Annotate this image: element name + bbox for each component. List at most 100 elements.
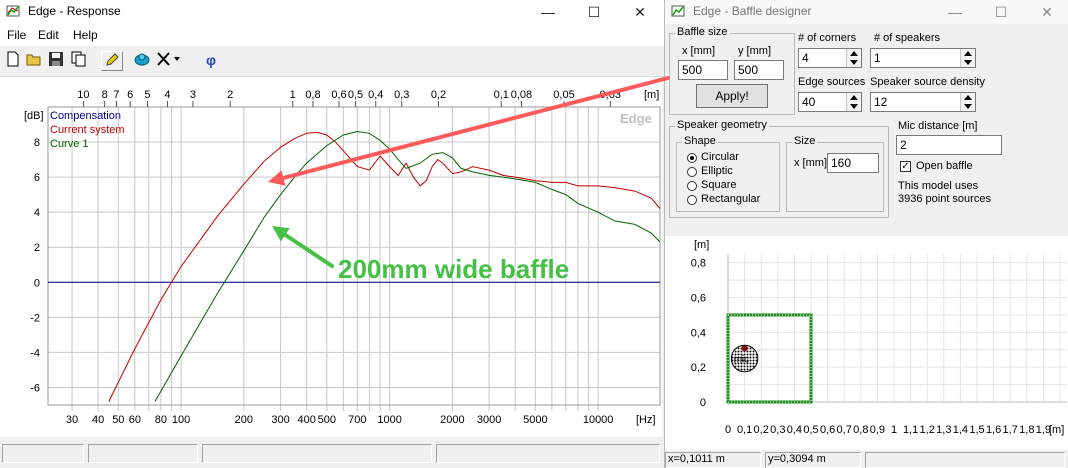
layout-y-tick: 0 [700,397,706,409]
speaker-icon [134,53,150,66]
close-button[interactable]: ✕ [617,0,663,24]
layout-x-tick: 0,5 [803,424,818,436]
edge-sources-spinner[interactable]: 40 [798,92,862,112]
top-tick-label: 0,08 [511,89,532,101]
layout-y-tick: 0,2 [691,362,706,374]
open-file-button[interactable] [25,51,43,71]
shape-group: Shape Circular Elliptic Square Rectangul… [676,135,780,212]
phase-button[interactable]: φ [203,51,219,71]
save-button[interactable] [47,51,65,71]
cursor-y-readout: y=0,3094 m [765,452,861,468]
baffle-x-label: x [mm] [682,45,715,57]
corners-label: # of corners [798,32,857,44]
x-tick-label: 3000 [477,414,501,426]
speakers-spinner[interactable]: 1 [870,48,976,68]
speakers-label: # of speakers [874,32,941,44]
status-pane-empty [865,452,1065,468]
minimize-button[interactable]: — [932,0,978,24]
minimize-button[interactable]: — [525,0,571,24]
top-tick-label: 0,5 [348,89,363,101]
layout-x-tick: 0,4 [787,424,802,436]
spin-up-icon[interactable] [964,51,972,56]
baffle-layout-plot[interactable]: 0,80,60,40,20[m]0 0,1 0,2 0,3 0,4 0,5 0,6 0,7 0,… [665,236,1068,450]
x-tick-label: 1000 [377,414,401,426]
copy-button[interactable] [70,51,88,71]
baffle-x-input[interactable]: 500 [678,60,728,80]
baffle-y-input[interactable]: 500 [734,60,784,80]
app-icon [6,5,20,17]
window-title: Edge - Baffle designer [693,4,812,18]
x-tick-label: 100 [172,414,190,426]
speaker-density-value: 12 [874,95,888,109]
spin-down-icon[interactable] [964,60,972,65]
toolbar: φ [0,46,664,77]
mic-label: mic [734,354,750,365]
response-statusbar [0,440,664,468]
layout-x-unit: [m] [1049,424,1064,436]
spin-down-icon[interactable] [850,60,858,65]
spin-down-icon[interactable] [964,104,972,109]
app-icon [671,5,685,17]
size-x-label: x [mm] [794,157,827,169]
delete-curve-button[interactable] [156,51,182,71]
speaker-marker [741,345,748,352]
speaker-density-spin-arrows[interactable] [960,93,975,111]
layout-x-tick: 0,7 [837,424,852,436]
mic-distance-label: Mic distance [m] [898,120,978,132]
baffle-statusbar: x=0,1011 m y=0,3094 m [665,450,1068,468]
top-tick-label: 10 [77,89,89,101]
speakers-value: 1 [874,51,881,65]
response-titlebar[interactable]: Edge - Response — ☐ ✕ [0,0,664,24]
spin-up-icon[interactable] [964,95,972,100]
x-tick-label: 400 [297,414,315,426]
x-tick-label: 40 [92,414,104,426]
radio-rectangular[interactable] [687,195,697,205]
layout-y-tick: 0,8 [691,258,706,270]
menu-file[interactable]: File [7,28,26,42]
open-folder-icon [26,54,41,66]
menu-edit[interactable]: Edit [38,28,59,42]
corners-value: 4 [802,51,809,65]
close-button[interactable]: ✕ [1024,0,1068,24]
top-tick-label: 1 [290,89,296,101]
edge-sources-spin-arrows[interactable] [846,93,861,111]
x-tick-label: 2000 [440,414,464,426]
delete-x-icon [157,52,180,66]
corners-spin-arrows[interactable] [846,49,861,67]
y-tick-label: 6 [34,172,40,184]
size-label: Size [792,135,818,147]
spin-down-icon[interactable] [850,104,858,109]
model-info-line1: This model uses [898,180,979,192]
spin-up-icon[interactable] [850,95,858,100]
apply-button[interactable]: Apply! [696,84,768,108]
new-file-button[interactable] [4,51,22,71]
status-pane-3 [202,444,432,463]
layout-y-unit: [m] [694,239,709,251]
open-baffle-checkbox[interactable]: ✓ [900,161,911,172]
speaker-geometry-group: Speaker geometry Shape Circular Elliptic… [669,119,889,218]
menu-help[interactable]: Help [73,28,98,42]
draw-tool-button[interactable] [101,51,123,71]
top-tick-label: 4 [164,89,170,101]
edge-sources-label: Edge sources [798,76,866,88]
maximize-button[interactable]: ☐ [978,0,1024,24]
layout-x-tick: 0,9 [870,424,885,436]
spin-up-icon[interactable] [850,51,858,56]
radio-elliptic[interactable] [687,167,697,177]
speaker-tool-button[interactable] [133,51,151,71]
radio-square[interactable] [687,181,697,191]
layout-x-tick: 0,8 [853,424,868,436]
mic-distance-input[interactable]: 2 [896,135,1002,155]
radio-circular[interactable] [687,153,697,163]
baffle-titlebar[interactable]: Edge - Baffle designer — ☐ ✕ [665,0,1068,24]
top-tick-label: 3 [190,89,196,101]
speaker-density-spinner[interactable]: 12 [870,92,976,112]
top-tick-label: 8 [102,89,108,101]
speaker-size-input[interactable]: 160 [827,153,879,173]
speakers-spin-arrows[interactable] [960,49,975,67]
baffle-y-label: y [mm] [738,45,771,57]
corners-spinner[interactable]: 4 [798,48,862,68]
x-tick-label: 500 [318,414,336,426]
maximize-button[interactable]: ☐ [571,0,617,24]
x-tick-label: 60 [129,414,141,426]
